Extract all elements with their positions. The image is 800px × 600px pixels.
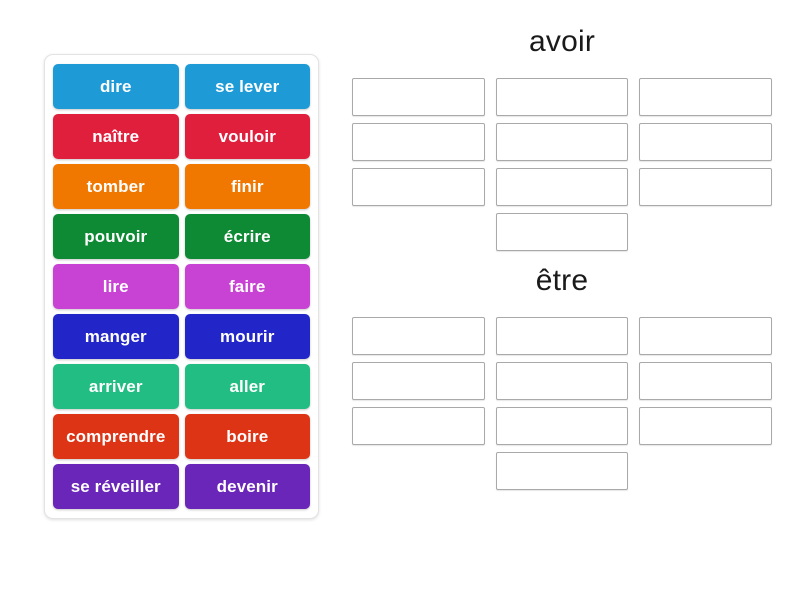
drop-slot[interactable] bbox=[639, 168, 772, 206]
drop-slot[interactable] bbox=[352, 362, 485, 400]
drop-zone-row bbox=[352, 213, 772, 251]
word-tile[interactable]: devenir bbox=[184, 464, 310, 509]
drop-slot[interactable] bbox=[639, 123, 772, 161]
group-sort-activity: dire se lever naître vouloir tomber finir pouv… bbox=[0, 0, 800, 600]
drop-zone-title: être bbox=[535, 264, 589, 297]
word-tile[interactable]: arriver bbox=[53, 364, 179, 409]
drop-slot[interactable] bbox=[495, 362, 629, 400]
word-tile[interactable]: faire bbox=[184, 264, 310, 309]
drop-slot[interactable] bbox=[495, 452, 629, 490]
drop-slot[interactable] bbox=[495, 78, 629, 116]
drop-slot[interactable] bbox=[495, 317, 629, 355]
word-tile[interactable]: écrire bbox=[184, 214, 310, 259]
word-tiles-panel: dire se lever naître vouloir tomber finir pouv… bbox=[44, 54, 319, 519]
word-tile[interactable]: manger bbox=[53, 314, 179, 359]
drop-zone-row bbox=[352, 317, 772, 355]
row-spacer bbox=[352, 213, 485, 251]
word-tile[interactable]: se lever bbox=[184, 64, 310, 109]
row-spacer bbox=[639, 213, 772, 251]
row-spacer bbox=[352, 452, 485, 490]
drop-zone-groups: avoir être bbox=[352, 22, 772, 500]
drop-slot[interactable] bbox=[352, 317, 485, 355]
word-tile[interactable]: mourir bbox=[184, 314, 310, 359]
word-tiles-grid: dire se lever naître vouloir tomber finir pouv… bbox=[53, 64, 310, 509]
row-spacer bbox=[639, 452, 772, 490]
drop-slot[interactable] bbox=[352, 168, 485, 206]
drop-slot[interactable] bbox=[495, 123, 629, 161]
drop-zone-row bbox=[352, 78, 772, 116]
drop-slot[interactable] bbox=[639, 407, 772, 445]
word-tile[interactable]: pouvoir bbox=[53, 214, 179, 259]
word-tile[interactable]: finir bbox=[184, 164, 310, 209]
word-tile[interactable]: se réveiller bbox=[53, 464, 179, 509]
word-tile[interactable]: aller bbox=[184, 364, 310, 409]
drop-zone-title: avoir bbox=[528, 25, 596, 58]
drop-slot[interactable] bbox=[639, 78, 772, 116]
drop-zone-group: avoir bbox=[352, 22, 772, 251]
drop-slot[interactable] bbox=[639, 362, 772, 400]
word-tile[interactable]: naître bbox=[53, 114, 179, 159]
word-tile[interactable]: comprendre bbox=[53, 414, 179, 459]
drop-slot[interactable] bbox=[495, 168, 629, 206]
drop-slot[interactable] bbox=[352, 78, 485, 116]
word-tile[interactable]: vouloir bbox=[184, 114, 310, 159]
drop-slot[interactable] bbox=[495, 407, 629, 445]
drop-zone-row bbox=[352, 168, 772, 206]
word-tile[interactable]: lire bbox=[53, 264, 179, 309]
drop-zone-rows bbox=[352, 78, 772, 251]
drop-zone-row bbox=[352, 452, 772, 490]
drop-zone-row bbox=[352, 407, 772, 445]
drop-zone-group: être bbox=[352, 261, 772, 490]
word-tile[interactable]: dire bbox=[53, 64, 179, 109]
word-tile[interactable]: boire bbox=[184, 414, 310, 459]
drop-slot[interactable] bbox=[352, 407, 485, 445]
drop-slot[interactable] bbox=[495, 213, 629, 251]
drop-slot[interactable] bbox=[639, 317, 772, 355]
word-tile[interactable]: tomber bbox=[53, 164, 179, 209]
drop-zone-row bbox=[352, 123, 772, 161]
drop-zone-row bbox=[352, 362, 772, 400]
drop-zone-rows bbox=[352, 317, 772, 490]
drop-slot[interactable] bbox=[352, 123, 485, 161]
